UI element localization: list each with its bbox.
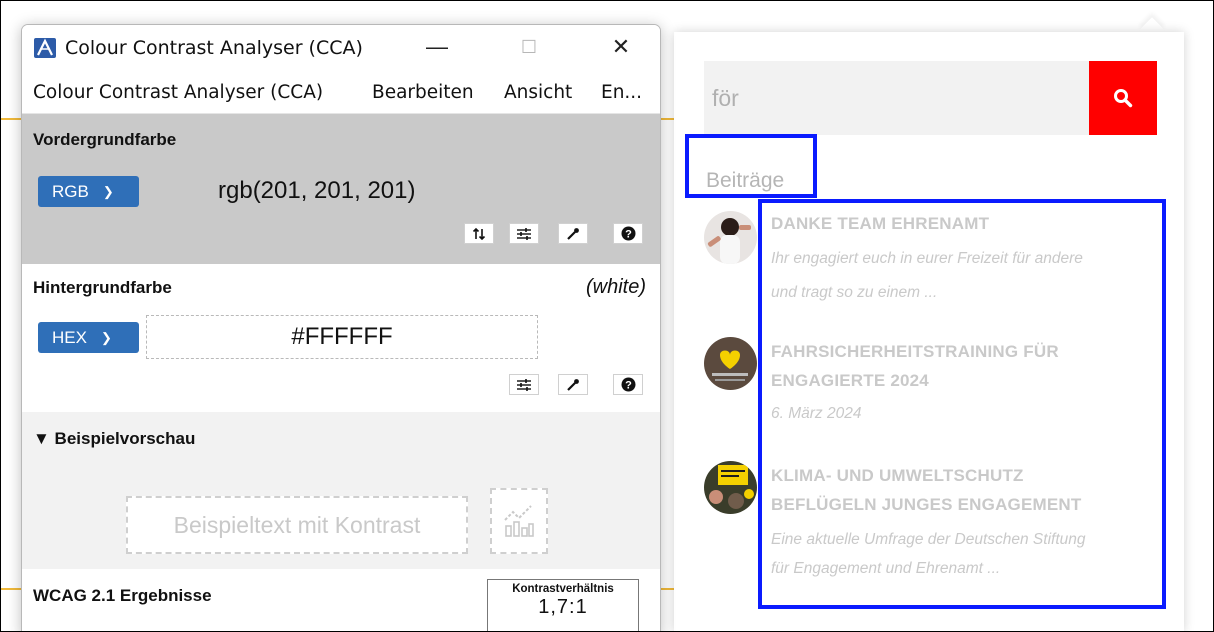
result-excerpt: und tragt so zu einem ... <box>771 284 938 301</box>
contrast-ratio-box: Kontrastverhältnis 1,7:1 <box>487 579 639 631</box>
foreground-section: Vordergrundfarbe RGB ❯ rgb(201, 201, 201… <box>22 114 660 264</box>
close-icon: ✕ <box>611 34 631 59</box>
adjust-button[interactable] <box>509 374 539 395</box>
swap-icon <box>472 227 486 240</box>
maximize-icon: ☐ <box>520 36 538 57</box>
window-title: Colour Contrast Analyser (CCA) <box>65 37 363 59</box>
preview-chart-button[interactable] <box>490 488 548 554</box>
background-value-input[interactable]: #FFFFFF <box>146 315 538 359</box>
result-excerpt: für Engagement und Ehrenamt ... <box>771 560 1001 577</box>
accent-line <box>659 588 674 590</box>
result-date: 6. März 2024 <box>771 405 862 422</box>
search-icon <box>1114 89 1133 108</box>
help-button[interactable]: ? <box>613 374 643 395</box>
search-box <box>704 61 1089 135</box>
result-title: BEFLÜGELN JUNGES ENGAGEMENT <box>771 495 1082 514</box>
accent-line <box>659 118 674 120</box>
background-color-name: (white) <box>585 276 646 298</box>
result-thumbnail <box>704 337 757 390</box>
contrast-ratio-value: 1,7:1 <box>538 596 588 618</box>
sample-text-preview: Beispieltext mit Kontrast <box>126 496 468 554</box>
menu-bar: Colour Contrast Analyser (CCA) Bearbeite… <box>22 71 660 114</box>
sliders-icon <box>517 378 531 391</box>
result-title: KLIMA- UND UMWELTSCHUTZ <box>771 466 1024 485</box>
preview-toggle[interactable]: ▼ Beispielvorschau <box>33 429 195 449</box>
accent-line <box>1 118 21 120</box>
accent-line <box>1 588 21 590</box>
menu-item-edit[interactable]: Bearbeiten <box>372 82 474 103</box>
background-section: Hintergrundfarbe (white) HEX ❯ #FFFFFF ? <box>22 264 660 412</box>
chevron-down-icon: ❯ <box>102 183 114 199</box>
chevron-down-icon: ❯ <box>100 329 112 345</box>
maximize-button[interactable]: ☐ <box>506 31 552 63</box>
eyedropper-button[interactable] <box>558 374 588 395</box>
help-icon: ? <box>621 226 635 241</box>
result-excerpt: Eine aktuelle Umfrage der Deutschen Stif… <box>771 531 1086 548</box>
result-title: DANKE TEAM EHRENAMT <box>771 214 990 233</box>
result-thumbnail <box>704 461 757 514</box>
menu-item-app[interactable]: Colour Contrast Analyser (CCA) <box>33 82 323 103</box>
eyedropper-icon <box>567 227 579 240</box>
highlight-box-section-label <box>685 134 817 198</box>
foreground-value[interactable]: rgb(201, 201, 201) <box>218 177 415 205</box>
adjust-button[interactable] <box>509 223 539 244</box>
cca-window: Colour Contrast Analyser (CCA) — ☐ ✕ Col… <box>21 24 661 631</box>
background-format-label: HEX <box>52 327 87 347</box>
foreground-format-select[interactable]: RGB ❯ <box>38 176 139 207</box>
search-input[interactable] <box>704 61 1082 135</box>
help-icon: ? <box>621 377 635 392</box>
background-value: #FFFFFF <box>291 323 393 350</box>
background-format-select[interactable]: HEX ❯ <box>38 322 139 353</box>
background-heading: Hintergrundfarbe <box>33 278 172 297</box>
contrast-ratio-label: Kontrastverhältnis <box>512 583 614 595</box>
screenshot-frame: Beiträge DANKE TEAM EHRENAMT Ihr engagie… <box>0 0 1214 632</box>
help-button[interactable]: ? <box>613 223 643 244</box>
result-excerpt: Ihr engagiert euch in eurer Freizeit für… <box>771 250 1083 267</box>
foreground-format-label: RGB <box>52 181 89 201</box>
search-button[interactable] <box>1089 61 1157 135</box>
minimize-icon: — <box>426 34 448 59</box>
preview-section: ▼ Beispielvorschau Beispieltext mit Kont… <box>22 412 660 569</box>
svg-text:?: ? <box>625 229 632 241</box>
svg-text:?: ? <box>625 380 632 392</box>
result-thumbnail <box>704 211 757 264</box>
eyedropper-button[interactable] <box>558 223 588 244</box>
wcag-results-section: WCAG 2.1 Ergebnisse Kontrastverhältnis 1… <box>22 569 660 631</box>
title-bar[interactable]: Colour Contrast Analyser (CCA) — ☐ ✕ <box>22 25 660 71</box>
sliders-icon <box>517 227 531 240</box>
result-title: FAHRSICHERHEITSTRAINING FÜR <box>771 342 1059 361</box>
menu-item-more[interactable]: En... <box>601 82 642 103</box>
minimize-button[interactable]: — <box>414 31 460 63</box>
result-title: ENGAGIERTE 2024 <box>771 371 929 390</box>
menu-item-view[interactable]: Ansicht <box>504 82 572 103</box>
close-button[interactable]: ✕ <box>598 31 644 63</box>
eyedropper-icon <box>567 378 579 391</box>
sample-text: Beispieltext mit Kontrast <box>173 511 421 538</box>
swap-colors-button[interactable] <box>464 223 494 244</box>
wcag-heading: WCAG 2.1 Ergebnisse <box>33 586 212 605</box>
chart-icon <box>504 505 534 537</box>
foreground-heading: Vordergrundfarbe <box>33 130 177 149</box>
app-logo-icon <box>34 38 56 58</box>
